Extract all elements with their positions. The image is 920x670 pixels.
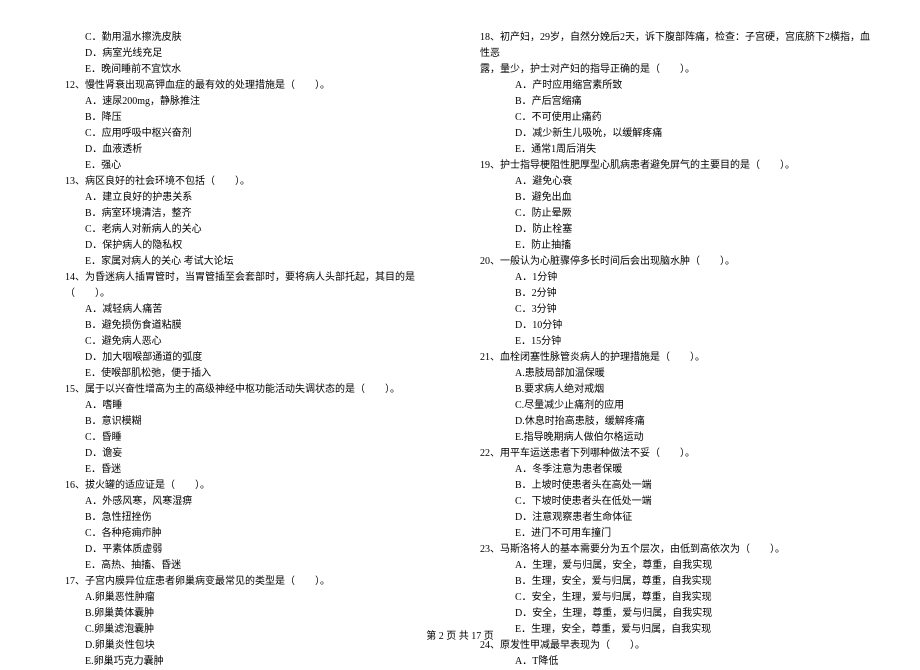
q15-d: D．谵妄 bbox=[50, 446, 440, 462]
pre-opt-e: E．晚间睡前不宜饮水 bbox=[50, 62, 440, 78]
q13-c: C．老病人对新病人的关心 bbox=[50, 222, 440, 238]
q23-c: C．安全，生理，爱与归属，尊重，自我实现 bbox=[480, 590, 870, 606]
q16-e: E．高热、抽搐、昏迷 bbox=[50, 558, 440, 574]
pre-opt-d: D．病室光线充足 bbox=[50, 46, 440, 62]
q15-e: E．昏迷 bbox=[50, 462, 440, 478]
q18-c: C．不可使用止痛药 bbox=[480, 110, 870, 126]
q20-e: E．15分钟 bbox=[480, 334, 870, 350]
q12-d: D．血液透析 bbox=[50, 142, 440, 158]
q15-c: C．昏睡 bbox=[50, 430, 440, 446]
q17-e: E.卵巢巧克力囊肿 bbox=[50, 654, 440, 670]
q12-b: B．降压 bbox=[50, 110, 440, 126]
q18-line2: 露，量少，护士对产妇的指导正确的是（ ）。 bbox=[480, 62, 870, 78]
q21-a: A.患肢局部加温保暖 bbox=[480, 366, 870, 382]
q20-text: 20、一般认为心脏骤停多长时间后会出现脑水肿（ ）。 bbox=[480, 254, 870, 270]
q21-b: B.要求病人绝对戒烟 bbox=[480, 382, 870, 398]
q20-c: C．3分钟 bbox=[480, 302, 870, 318]
q16-text: 16、拔火罐的适应证是（ ）。 bbox=[50, 478, 440, 494]
q12-a: A．速尿200mg，静脉推注 bbox=[50, 94, 440, 110]
q23-b: B．生理，安全，爱与归属，尊重，自我实现 bbox=[480, 574, 870, 590]
q21-e: E.指导晚期病人做伯尔格运动 bbox=[480, 430, 870, 446]
q18-e: E．通常1周后消失 bbox=[480, 142, 870, 158]
q13-e: E．家属对病人的关心 考试大论坛 bbox=[50, 254, 440, 270]
q19-b: B．避免出血 bbox=[480, 190, 870, 206]
q19-text: 19、护士指导梗阻性肥厚型心肌病患者避免屏气的主要目的是（ ）。 bbox=[480, 158, 870, 174]
q19-d: D．防止栓塞 bbox=[480, 222, 870, 238]
q22-b: B．上坡时使患者头在高处一端 bbox=[480, 478, 870, 494]
q13-text: 13、病区良好的社会环境不包括（ ）。 bbox=[50, 174, 440, 190]
q16-d: D．平素体质虚弱 bbox=[50, 542, 440, 558]
q22-c: C．下坡时使患者头在低处一端 bbox=[480, 494, 870, 510]
q14-e: E．使喉部肌松弛，便于插入 bbox=[50, 366, 440, 382]
q16-a: A．外感风寒，风寒湿痹 bbox=[50, 494, 440, 510]
q18-b: B．产后宫缩痛 bbox=[480, 94, 870, 110]
q22-text: 22、用平车运送患者下列哪种做法不妥（ ）。 bbox=[480, 446, 870, 462]
q16-c: C．各种疮痈疖肿 bbox=[50, 526, 440, 542]
q15-text: 15、属于以兴奋性增高为主的高级神经中枢功能活动失调状态的是（ ）。 bbox=[50, 382, 440, 398]
q13-a: A．建立良好的护患关系 bbox=[50, 190, 440, 206]
q12-text: 12、慢性肾衰出现高钾血症的最有效的处理措施是（ ）。 bbox=[50, 78, 440, 94]
q22-a: A．冬季注意为患者保暖 bbox=[480, 462, 870, 478]
q17-b: B.卵巢黄体囊肿 bbox=[50, 606, 440, 622]
q23-d: D．安全，生理，尊重，爱与归属，自我实现 bbox=[480, 606, 870, 622]
q17-a: A.卵巢恶性肿瘤 bbox=[50, 590, 440, 606]
q22-d: D．注意观察患者生命体征 bbox=[480, 510, 870, 526]
q22-e: E．进门不可用车撞门 bbox=[480, 526, 870, 542]
q16-b: B．急性扭挫伤 bbox=[50, 510, 440, 526]
q18-a: A．产时应用缩宫素所致 bbox=[480, 78, 870, 94]
q14-d: D．加大咽喉部通道的弧度 bbox=[50, 350, 440, 366]
q24-a: A．T降低 bbox=[480, 654, 870, 670]
q14-c: C．避免病人恶心 bbox=[50, 334, 440, 350]
q21-text: 21、血栓闭塞性脉管炎病人的护理措施是（ ）。 bbox=[480, 350, 870, 366]
q15-a: A．嗜睡 bbox=[50, 398, 440, 414]
page-columns: C．勤用温水擦洗皮肤 D．病室光线充足 E．晚间睡前不宜饮水 12、慢性肾衰出现… bbox=[50, 30, 870, 670]
q18-d: D．减少新生儿吸吮，以缓解疼痛 bbox=[480, 126, 870, 142]
q21-c: C.尽量减少止痛剂的应用 bbox=[480, 398, 870, 414]
q20-d: D．10分钟 bbox=[480, 318, 870, 334]
q23-text: 23、马斯洛将人的基本需要分为五个层次，由低到高依次为（ ）。 bbox=[480, 542, 870, 558]
q19-a: A．避免心衰 bbox=[480, 174, 870, 190]
q12-c: C．应用呼吸中枢兴奋剂 bbox=[50, 126, 440, 142]
q14-text: 14、为昏迷病人插胃管时，当胃管插至会套部时，要将病人头部托起，其目的是（ ）。 bbox=[50, 270, 440, 302]
q20-b: B．2分钟 bbox=[480, 286, 870, 302]
q14-b: B．避免损伤食道粘膜 bbox=[50, 318, 440, 334]
q23-a: A．生理，爱与归属，安全，尊重，自我实现 bbox=[480, 558, 870, 574]
q13-b: B．病室环境清洁，整齐 bbox=[50, 206, 440, 222]
q17-text: 17、子宫内膜异位症患者卵巢病变最常见的类型是（ ）。 bbox=[50, 574, 440, 590]
page-footer: 第 2 页 共 17 页 bbox=[0, 627, 920, 642]
q20-a: A．1分钟 bbox=[480, 270, 870, 286]
q13-d: D．保护病人的隐私权 bbox=[50, 238, 440, 254]
pre-opt-c: C．勤用温水擦洗皮肤 bbox=[50, 30, 440, 46]
q14-a: A．减轻病人痛苦 bbox=[50, 302, 440, 318]
q18-line1: 18、初产妇，29岁，自然分娩后2天，诉下腹部阵痛，检查：子宫硬，宫底脐下2横指… bbox=[480, 30, 870, 62]
q19-c: C．防止晕厥 bbox=[480, 206, 870, 222]
q21-d: D.休息时抬高患肢，缓解疼痛 bbox=[480, 414, 870, 430]
left-column: C．勤用温水擦洗皮肤 D．病室光线充足 E．晚间睡前不宜饮水 12、慢性肾衰出现… bbox=[50, 30, 440, 670]
q19-e: E．防止抽搐 bbox=[480, 238, 870, 254]
q12-e: E．强心 bbox=[50, 158, 440, 174]
q15-b: B．意识模糊 bbox=[50, 414, 440, 430]
right-column: 18、初产妇，29岁，自然分娩后2天，诉下腹部阵痛，检查：子宫硬，宫底脐下2横指… bbox=[480, 30, 870, 670]
